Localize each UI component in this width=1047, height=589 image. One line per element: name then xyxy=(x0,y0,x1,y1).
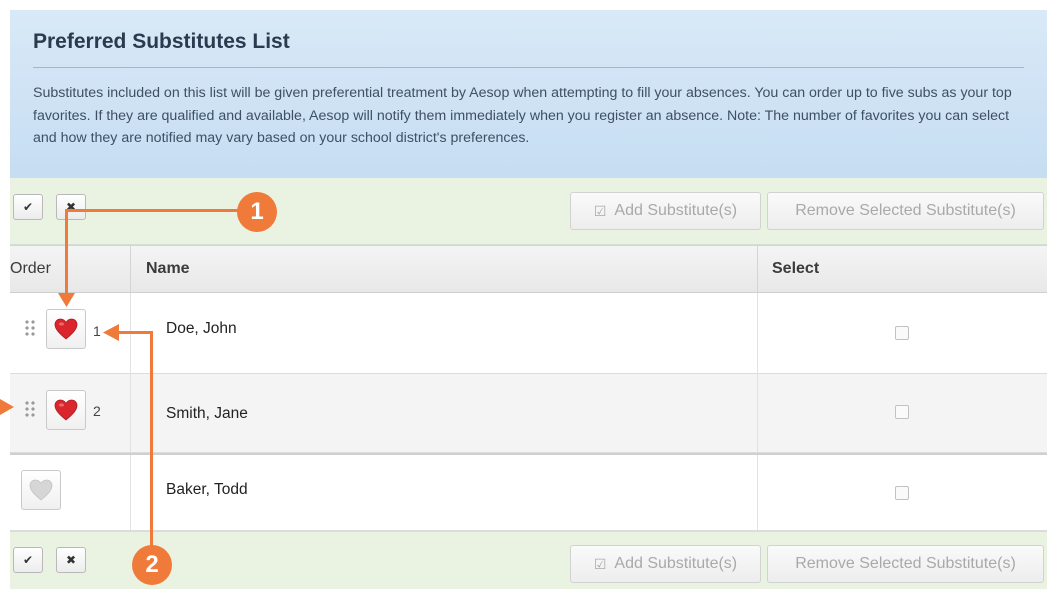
favorite-toggle-button[interactable] xyxy=(46,390,86,430)
callout-connector xyxy=(65,209,247,212)
select-checkbox[interactable] xyxy=(895,326,909,340)
column-divider xyxy=(130,374,131,452)
drag-handle-icon[interactable] xyxy=(24,400,36,418)
add-substitute-label: Add Substitute(s) xyxy=(614,202,738,219)
column-divider xyxy=(757,455,758,530)
heart-icon xyxy=(29,479,53,501)
column-divider xyxy=(757,246,758,292)
drag-handle-icon[interactable] xyxy=(24,319,36,337)
remove-selected-label: Remove Selected Substitute(s) xyxy=(795,202,1016,219)
callout-connector xyxy=(116,331,153,334)
callout-badge: 1 xyxy=(237,192,277,232)
favorite-toggle-button[interactable] xyxy=(46,309,86,349)
page-title: Preferred Substitutes List xyxy=(33,30,290,53)
checkbox-edit-icon: ☑ xyxy=(593,555,607,572)
checkbox-edit-icon: ☑ xyxy=(593,202,607,219)
column-divider xyxy=(130,455,131,530)
clear-selection-button[interactable]: ✖ xyxy=(56,194,86,220)
order-number: 1 xyxy=(93,323,101,339)
table-header: Order Name Select xyxy=(10,245,1047,293)
add-substitute-label: Add Substitute(s) xyxy=(614,555,738,572)
column-divider xyxy=(130,246,131,292)
callout-connector xyxy=(150,331,153,549)
header-divider xyxy=(33,67,1024,68)
callout-badge: 2 xyxy=(132,545,172,585)
order-number: 2 xyxy=(93,403,101,419)
select-all-button[interactable]: ✔ xyxy=(13,194,43,220)
clear-selection-button[interactable]: ✖ xyxy=(56,547,86,573)
checkmark-icon: ✔ xyxy=(22,553,34,567)
column-divider xyxy=(757,293,758,373)
table-row: 1 Doe, John xyxy=(10,293,1047,374)
table-row: Baker, Todd xyxy=(10,453,1047,531)
panel-header: Preferred Substitutes List Substitutes i… xyxy=(10,10,1047,178)
select-checkbox[interactable] xyxy=(895,405,909,419)
select-all-button[interactable]: ✔ xyxy=(13,547,43,573)
column-header-name[interactable]: Name xyxy=(146,246,190,292)
preferred-substitutes-panel: Preferred Substitutes List Substitutes i… xyxy=(10,10,1047,589)
page-description: Substitutes included on this list will b… xyxy=(33,85,1012,146)
remove-selected-label: Remove Selected Substitute(s) xyxy=(795,555,1016,572)
column-header-select[interactable]: Select xyxy=(772,246,819,292)
column-header-order[interactable]: Order xyxy=(10,246,51,292)
arrow-right-icon xyxy=(0,399,14,415)
add-substitute-button[interactable]: ☑ Add Substitute(s) xyxy=(570,545,761,583)
substitute-name: Baker, Todd xyxy=(166,481,248,498)
remove-selected-button[interactable]: Remove Selected Substitute(s) xyxy=(767,192,1044,230)
heart-icon xyxy=(54,318,78,340)
favorite-toggle-button[interactable] xyxy=(21,470,61,510)
callout-connector xyxy=(65,209,68,296)
column-divider xyxy=(757,374,758,452)
substitute-name: Smith, Jane xyxy=(166,405,248,422)
heart-icon xyxy=(54,399,78,421)
x-icon: ✖ xyxy=(65,553,77,567)
remove-selected-button[interactable]: Remove Selected Substitute(s) xyxy=(767,545,1044,583)
arrow-down-icon xyxy=(58,293,75,307)
arrow-left-icon xyxy=(103,324,119,341)
select-checkbox[interactable] xyxy=(895,486,909,500)
substitute-name: Doe, John xyxy=(166,320,237,337)
add-substitute-button[interactable]: ☑ Add Substitute(s) xyxy=(570,192,761,230)
checkmark-icon: ✔ xyxy=(22,200,34,214)
table-row: 2 Smith, Jane xyxy=(10,374,1047,453)
